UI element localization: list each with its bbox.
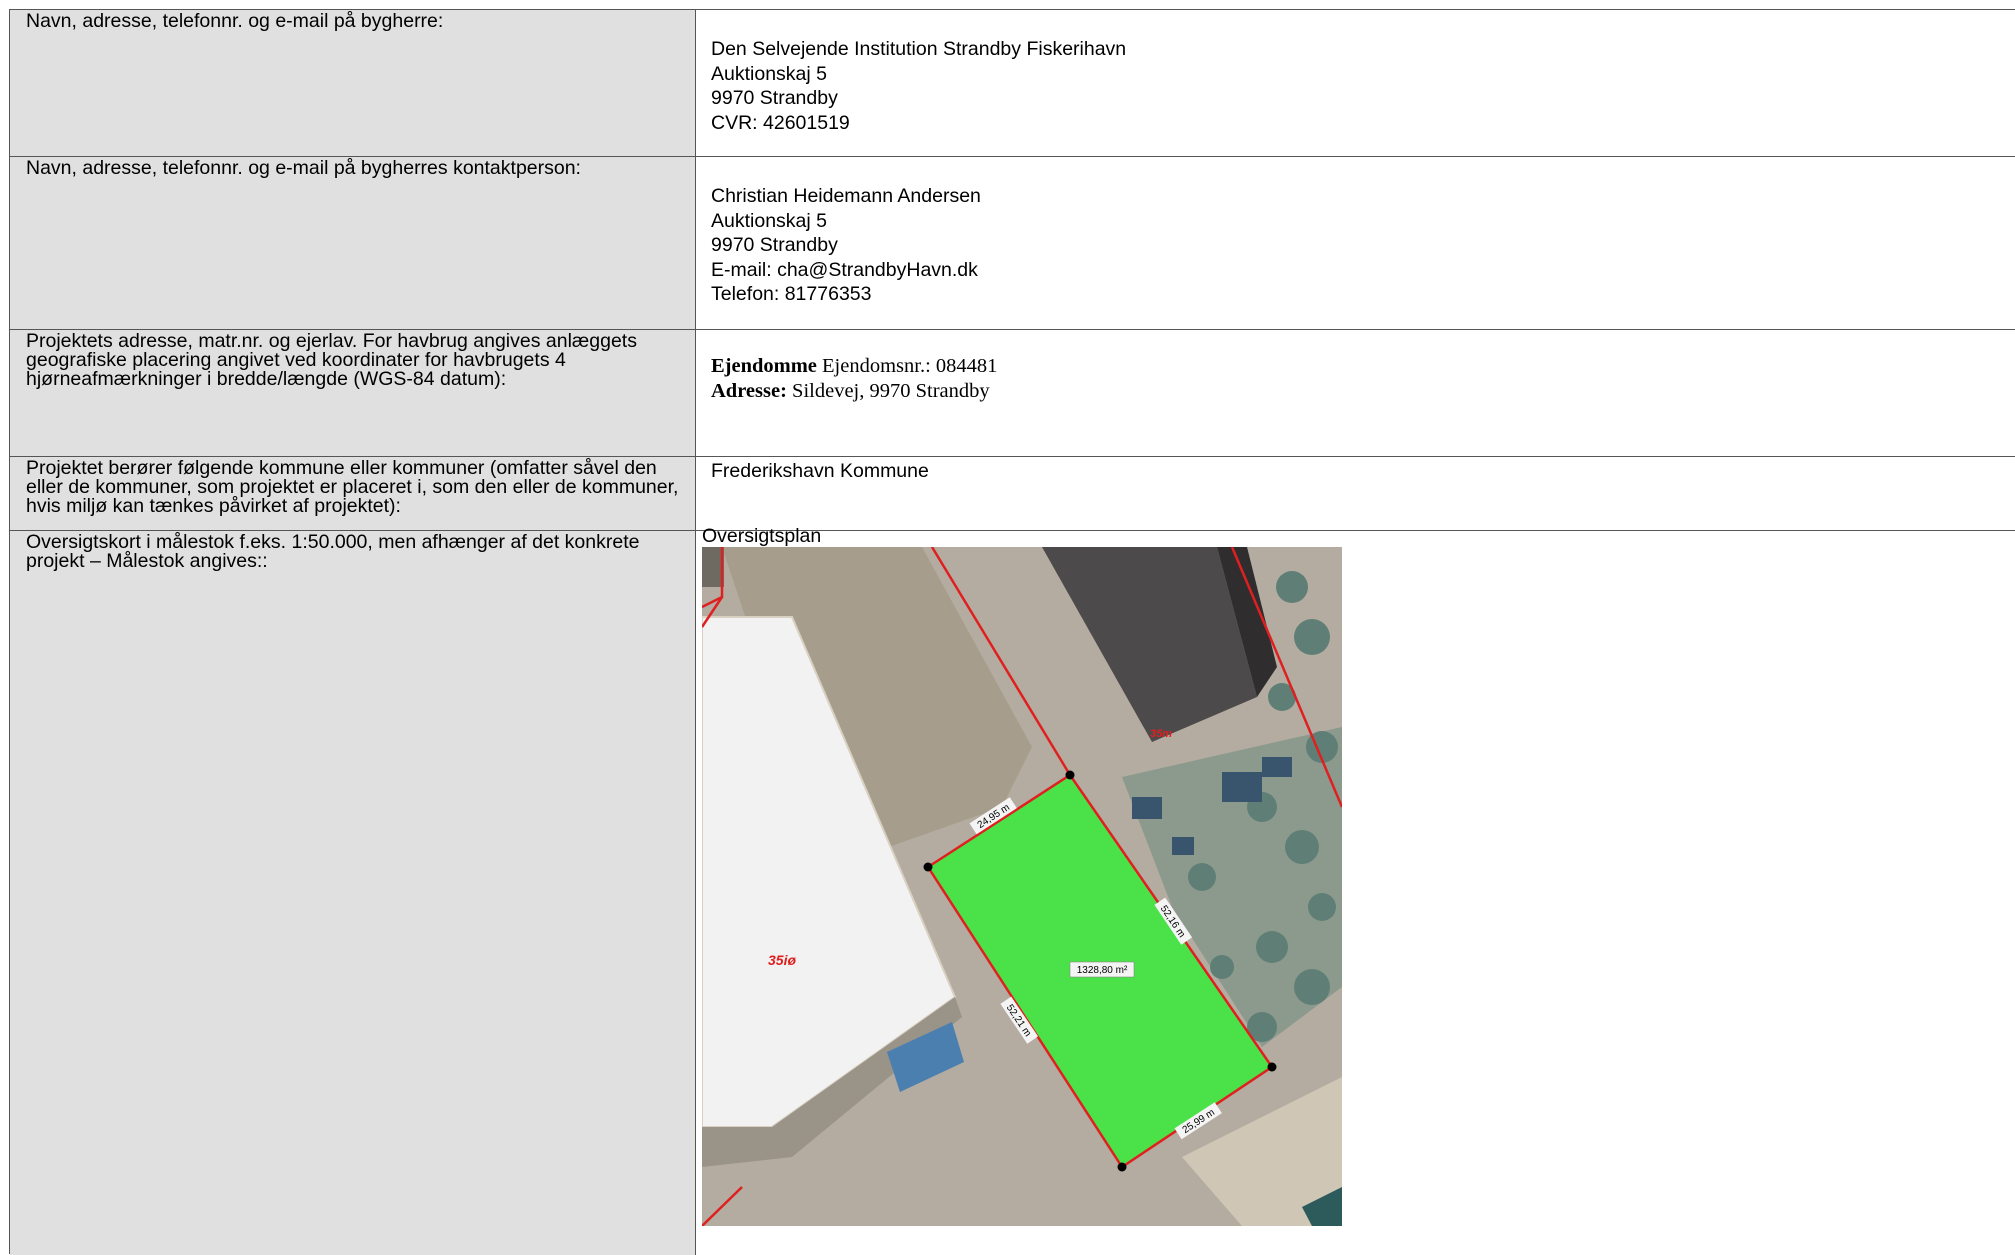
contact-phone: Telefon: 81776353 [711, 283, 872, 305]
table-row: Projektets adresse, matr.nr. og ejerlav.… [10, 330, 2015, 457]
pier-edge [702, 547, 724, 587]
row-value: Ejendomme Ejendomsnr.: 084481 Adresse: S… [696, 330, 2015, 457]
table-row: Projektet berører følgende kommune eller… [10, 457, 2015, 531]
row-value: Frederikshavn Kommune [696, 457, 2015, 531]
contact-name: Christian Heidemann Andersen [711, 185, 981, 207]
contact-street: Auktionskaj 5 [711, 209, 827, 232]
address-label: Adresse: [711, 380, 787, 402]
owner-name: Den Selvejende Institution Strandby Fisk… [711, 38, 1127, 60]
address-value: Sildevej, 9970 Strandby [792, 380, 990, 402]
municipality: Frederikshavn Kommune [711, 460, 929, 482]
contact-city: 9970 Strandby [711, 234, 838, 256]
row-label: Projektets adresse, matr.nr. og ejerlav.… [10, 330, 696, 457]
parcel-label-top: 35m [1150, 728, 1172, 740]
parcel-label-left: 35iø [768, 952, 796, 968]
area-label: 1328,80 m² [1077, 965, 1128, 976]
overview-map: Oversigtsplan 24,95 m 52,16 m 52,21 m 25… [702, 526, 1342, 1226]
owner-cvr: CVR: 42601519 [711, 111, 850, 134]
row-label: Navn, adresse, telefonnr. og e-mail på b… [10, 157, 696, 330]
aerial-map-image: 24,95 m 52,16 m 52,21 m 25,99 m 1328,80 … [702, 547, 1342, 1226]
owner-city: 9970 Strandby [711, 87, 838, 109]
property-value: Ejendomsnr.: 084481 [822, 355, 998, 377]
owner-street: Auktionskaj 5 [711, 62, 827, 85]
row-value: Christian Heidemann Andersen Auktionskaj… [696, 157, 2015, 330]
row-label: Oversigtskort i målestok f.eks. 1:50.000… [10, 531, 696, 1255]
row-value: Den Selvejende Institution Strandby Fisk… [696, 10, 2015, 157]
contact-email: E-mail: cha@StrandbyHavn.dk [711, 258, 978, 281]
map-title: Oversigtsplan [702, 525, 822, 547]
property-label: Ejendomme [711, 355, 817, 377]
table-row: Navn, adresse, telefonnr. og e-mail på b… [10, 157, 2015, 330]
table-row: Navn, adresse, telefonnr. og e-mail på b… [10, 10, 2015, 157]
row-label: Navn, adresse, telefonnr. og e-mail på b… [10, 10, 696, 157]
row-label: Projektet berører følgende kommune eller… [10, 457, 696, 531]
